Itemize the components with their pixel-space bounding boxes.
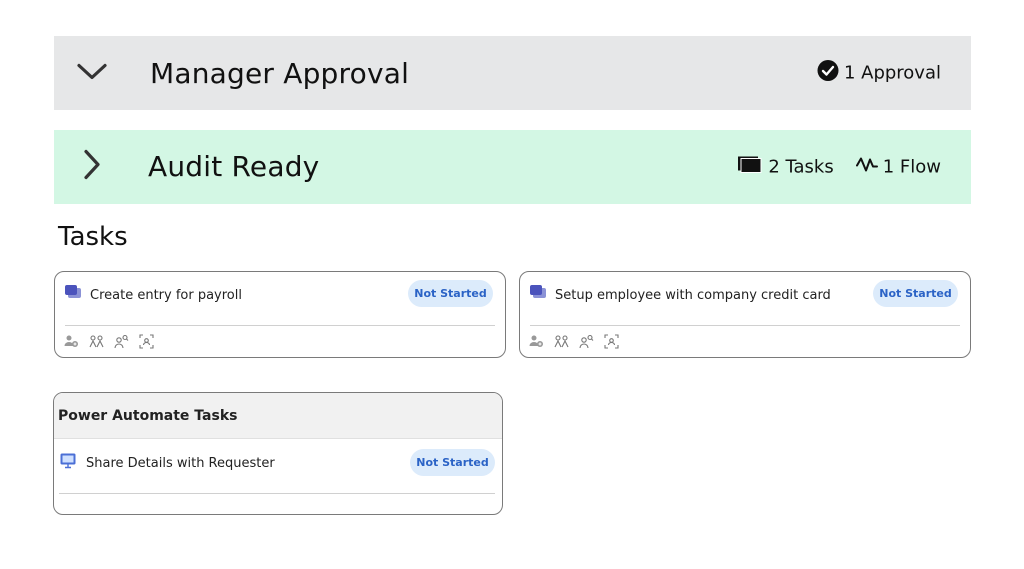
stage-title: Manager Approval <box>150 57 410 90</box>
task-actions <box>529 334 619 349</box>
status-badge: Not Started <box>408 280 493 307</box>
scan-icon[interactable] <box>604 334 619 349</box>
flow-item-label: Share Details with Requester <box>86 456 275 471</box>
divider <box>59 493 495 494</box>
flow-desktop-icon <box>60 453 77 474</box>
status-badge: Not Started <box>410 449 495 476</box>
divider <box>65 325 495 326</box>
group-people-icon[interactable] <box>89 334 104 349</box>
stage-summary: 2 Tasks 1 Flow <box>737 155 941 180</box>
scan-icon[interactable] <box>139 334 154 349</box>
stage-list: Manager Approval 1 Approval Audit Ready <box>0 0 1024 569</box>
tasks-heading: Tasks <box>58 222 128 252</box>
assign-people-icon[interactable] <box>64 334 79 349</box>
check-circle-icon <box>817 60 839 87</box>
task-label: Setup employee with company credit card <box>555 287 831 303</box>
tasks-stack-icon <box>737 155 763 180</box>
chevron-down-icon[interactable] <box>74 59 110 88</box>
people-search-icon[interactable] <box>579 334 594 349</box>
flow-count-label: 1 Flow <box>882 156 941 178</box>
approval-count: 1 Approval <box>817 60 941 87</box>
flow-item[interactable]: Share Details with Requester <box>60 453 275 474</box>
teams-task-icon <box>530 285 547 305</box>
approval-count-label: 1 Approval <box>843 62 941 84</box>
flow-count: 1 Flow <box>855 156 941 179</box>
flow-icon <box>855 156 878 179</box>
task-count: 2 Tasks <box>737 155 834 180</box>
task-card[interactable]: Create entry for payroll Not Started <box>54 271 506 358</box>
task-actions <box>64 334 154 349</box>
stage-audit-ready[interactable]: Audit Ready 2 Tasks 1 Flow <box>54 130 971 204</box>
group-people-icon[interactable] <box>554 334 569 349</box>
task-count-label: 2 Tasks <box>768 156 834 178</box>
stage-summary: 1 Approval <box>817 60 941 87</box>
task-card[interactable]: Setup employee with company credit card … <box>519 271 971 358</box>
power-automate-card: Power Automate Tasks Share Details with … <box>53 392 503 515</box>
divider <box>530 325 960 326</box>
assign-people-icon[interactable] <box>529 334 544 349</box>
power-automate-heading: Power Automate Tasks <box>58 408 238 424</box>
status-badge: Not Started <box>873 280 958 307</box>
people-search-icon[interactable] <box>114 334 129 349</box>
teams-task-icon <box>65 285 82 305</box>
stage-title: Audit Ready <box>148 150 320 183</box>
chevron-right-icon[interactable] <box>74 147 110 188</box>
stage-manager-approval[interactable]: Manager Approval 1 Approval <box>54 36 971 110</box>
task-label: Create entry for payroll <box>90 287 242 303</box>
power-automate-header: Power Automate Tasks <box>54 393 502 439</box>
